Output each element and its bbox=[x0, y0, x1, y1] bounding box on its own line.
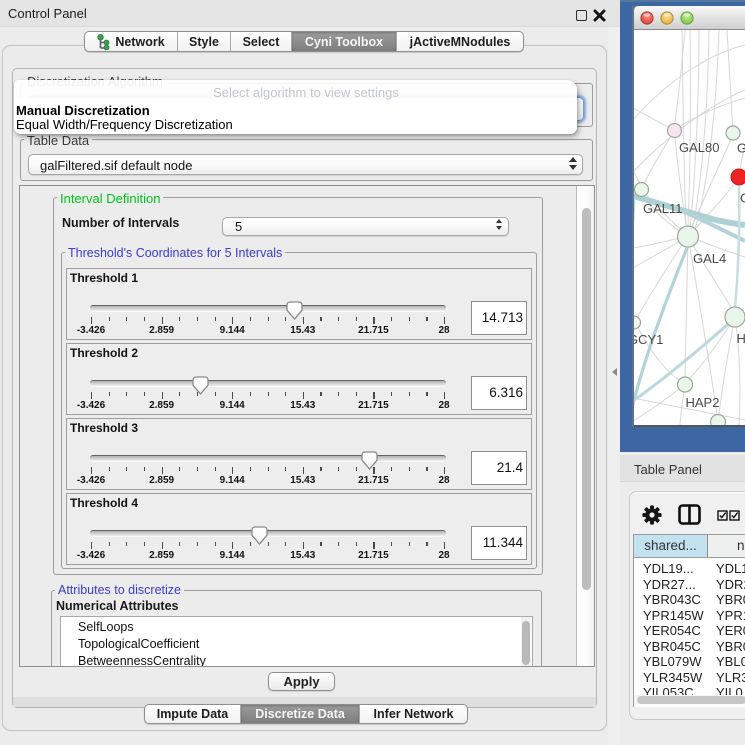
svg-text:GCY1: GCY1 bbox=[633, 332, 663, 347]
svg-text:GAL4: GAL4 bbox=[693, 251, 726, 266]
svg-text:H: H bbox=[737, 331, 745, 346]
svg-text:HAP2: HAP2 bbox=[686, 395, 720, 410]
svg-text:C: C bbox=[740, 191, 745, 206]
svg-text:GAL11: GAL11 bbox=[643, 201, 683, 216]
svg-text:GA: GA bbox=[737, 141, 745, 156]
svg-text:GAL80: GAL80 bbox=[679, 140, 719, 155]
